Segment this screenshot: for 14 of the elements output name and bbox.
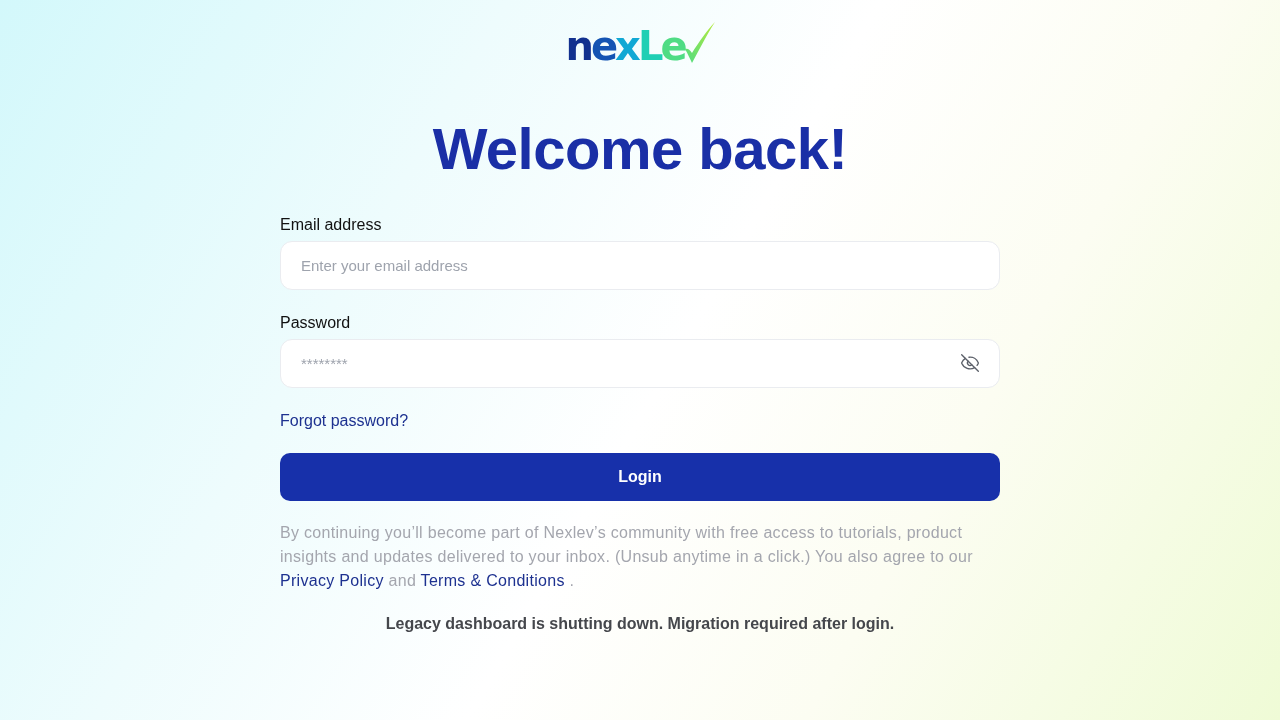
consent-text: By continuing you’ll become part of Nexlev’s community with free access to tutorials, product insights and updates delivered to your inbox. (Unsub anytime in a click.) You also agree to our Privacy Policy and Terms & Conditions . [280,523,974,591]
swoosh-icon [684,22,715,64]
logo-wordmark: nexLe [565,26,685,66]
migration-notice: Legacy dashboard is shutting down. Migration required after login. [384,614,896,634]
field-label: Email address [280,215,382,235]
page-heading: Welcome back! [432,115,848,183]
email-field[interactable]: Enter your email address [280,241,1000,290]
field-label: Password [280,313,351,333]
forgot-password-link[interactable]: Forgot password? [280,410,409,432]
terms-link[interactable]: Terms & Conditions [420,572,565,589]
password-field[interactable]: ******** [280,339,1000,388]
login-button[interactable]: Login [280,453,1000,501]
privacy-policy-link[interactable]: Privacy Policy [280,572,384,589]
eye-off-icon[interactable] [960,353,980,373]
